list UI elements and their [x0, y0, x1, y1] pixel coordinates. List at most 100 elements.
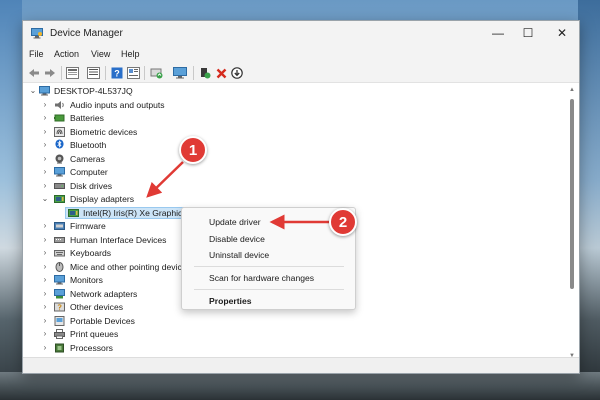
fingerprint-icon — [54, 126, 65, 137]
device-manager-window: Device Manager — ☐ ✕ File Action View He… — [22, 20, 580, 374]
desktop-wallpaper-left — [0, 0, 22, 400]
tree-item-label: Monitors — [70, 275, 103, 285]
menu-item-scan-hardware[interactable]: Scan for hardware changes — [209, 273, 314, 283]
battery-icon — [54, 114, 65, 122]
chevron-right-icon[interactable]: › — [41, 168, 49, 176]
tree-item-label: Processors — [70, 342, 113, 353]
toolbar-separator — [61, 66, 62, 80]
toolbar-separator — [105, 66, 106, 80]
computer-icon — [39, 86, 50, 96]
chevron-right-icon[interactable]: › — [41, 249, 49, 257]
annotation-badge-2: 2 — [329, 208, 357, 236]
tree-item-bluetooth[interactable]: › Bluetooth — [23, 138, 569, 152]
tree-item-cameras[interactable]: › Cameras — [23, 152, 569, 166]
tree-item-label: Other devices — [70, 302, 124, 312]
tree-item-label: Print queues — [70, 329, 119, 339]
status-bar — [23, 357, 579, 373]
chevron-down-icon[interactable]: ⌄ — [41, 195, 49, 203]
download-icon[interactable] — [230, 66, 244, 80]
back-icon[interactable] — [27, 66, 41, 80]
menu-item-update-driver[interactable]: Update driver — [209, 217, 261, 227]
maximize-button[interactable]: ☐ — [511, 21, 545, 45]
chevron-right-icon[interactable]: › — [41, 114, 49, 122]
menu-action[interactable]: Action — [54, 49, 79, 59]
tree-item-label: Cameras — [70, 153, 105, 164]
chevron-right-icon[interactable]: › — [41, 127, 49, 136]
desktop-wallpaper-bottom — [0, 372, 600, 400]
toolbar-separator — [193, 66, 194, 80]
tree-item-label: Biometric devices — [70, 126, 138, 137]
scrollbar-thumb[interactable] — [570, 99, 574, 289]
tree-item-label: Portable Devices — [70, 315, 135, 326]
display-adapter-icon — [68, 208, 79, 217]
chevron-right-icon[interactable]: › — [41, 141, 49, 149]
vertical-scrollbar[interactable]: ▲ ▼ — [568, 87, 576, 359]
details-icon[interactable] — [126, 66, 140, 80]
tree-item-portable[interactable]: › Portable Devices — [23, 314, 569, 328]
chevron-right-icon[interactable]: › — [41, 181, 49, 190]
tree-item-label: Mice and other pointing devices — [70, 261, 191, 272]
tree-item-display-adapters[interactable]: ⌄ Display adapters — [23, 192, 569, 206]
menu-view[interactable]: View — [91, 49, 110, 59]
monitor-icon — [54, 275, 65, 285]
update-driver-icon[interactable] — [149, 66, 163, 80]
minimize-button[interactable]: — — [481, 21, 515, 45]
portable-icon — [54, 315, 65, 326]
toolbar-separator — [144, 66, 145, 80]
menu-separator — [194, 266, 344, 267]
enable-device-icon[interactable] — [198, 66, 212, 80]
chevron-right-icon[interactable]: › — [41, 262, 49, 271]
chevron-down-icon[interactable]: ⌄ — [29, 87, 37, 95]
disk-icon — [54, 182, 65, 189]
toolbar: ? — [23, 63, 579, 83]
monitor-scan-icon[interactable] — [173, 66, 187, 80]
uninstall-x-icon[interactable] — [214, 66, 228, 80]
close-button[interactable]: ✕ — [545, 21, 579, 45]
tree-item-label: Audio inputs and outputs — [70, 99, 165, 110]
menu-item-disable-device[interactable]: Disable device — [209, 234, 265, 244]
other-devices-icon — [54, 302, 65, 312]
tree-item-label: Network adapters — [70, 288, 138, 299]
tree-item-label: Computer — [70, 167, 108, 177]
forward-icon[interactable] — [43, 66, 57, 80]
tree-item-biometric[interactable]: › Biometric devices — [23, 125, 569, 139]
bluetooth-icon — [55, 139, 64, 149]
firmware-icon — [54, 222, 65, 230]
window-title: Device Manager — [50, 28, 123, 39]
chevron-right-icon[interactable]: › — [41, 303, 49, 311]
list-view-icon[interactable] — [86, 66, 100, 80]
tree-item-label: Intel(R) Iris(R) Xe Graphics — [83, 207, 187, 218]
tree-item-processors[interactable]: › Processors — [23, 341, 569, 355]
tree-item-disk[interactable]: › Disk drives — [23, 179, 569, 193]
chevron-right-icon[interactable]: › — [41, 343, 49, 352]
chevron-right-icon[interactable]: › — [41, 289, 49, 298]
chevron-right-icon[interactable]: › — [41, 316, 49, 325]
chevron-right-icon[interactable]: › — [41, 235, 49, 244]
tree-item-label: Batteries — [70, 113, 104, 123]
tree-item-computer[interactable]: › Computer — [23, 165, 569, 179]
menu-help[interactable]: Help — [121, 49, 140, 59]
tree-item-batteries[interactable]: › Batteries — [23, 111, 569, 125]
scroll-up-icon[interactable]: ▲ — [568, 87, 576, 93]
annotation-badge-1: 1 — [179, 136, 207, 164]
tree-root-label: DESKTOP-4L537JQ — [54, 86, 133, 96]
speaker-icon — [55, 100, 64, 109]
menu-item-properties[interactable]: Properties — [209, 296, 252, 306]
computer-properties-icon[interactable] — [65, 66, 79, 80]
display-adapter-icon — [54, 195, 65, 203]
tree-item-print-queues[interactable]: › Print queues — [23, 327, 569, 341]
help-icon[interactable]: ? — [110, 66, 124, 80]
chevron-right-icon[interactable]: › — [41, 330, 49, 338]
tree-root[interactable]: ⌄ DESKTOP-4L537JQ — [23, 84, 569, 98]
menu-bar: File Action View Help — [23, 47, 579, 63]
printer-icon — [54, 329, 65, 339]
menu-separator — [194, 289, 344, 290]
chevron-right-icon[interactable]: › — [41, 100, 49, 109]
chevron-right-icon[interactable]: › — [41, 154, 49, 163]
chevron-right-icon[interactable]: › — [41, 222, 49, 230]
hid-icon — [54, 236, 65, 243]
chevron-right-icon[interactable]: › — [41, 276, 49, 284]
menu-item-uninstall-device[interactable]: Uninstall device — [209, 250, 269, 260]
menu-file[interactable]: File — [29, 49, 44, 59]
tree-item-audio[interactable]: › Audio inputs and outputs — [23, 98, 569, 112]
